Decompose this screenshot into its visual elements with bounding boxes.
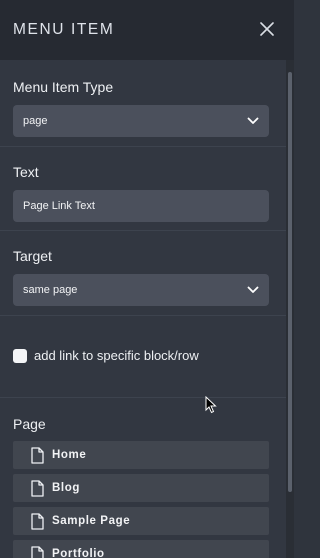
target-value: same page <box>23 284 78 296</box>
text-input-value: Page Link Text <box>23 200 95 212</box>
page-section: Page <box>0 416 286 432</box>
document-icon <box>31 479 44 497</box>
text-section: Text <box>0 164 286 180</box>
divider <box>0 397 286 398</box>
chevron-down-icon <box>247 286 259 293</box>
page-item-home[interactable]: Home <box>13 441 269 469</box>
page-label: Page <box>13 416 46 432</box>
text-input[interactable]: Page Link Text <box>13 190 269 222</box>
close-icon <box>260 22 274 36</box>
menu-item-type-label: Menu Item Type <box>13 79 114 95</box>
close-button[interactable] <box>258 20 278 40</box>
page-item-sample-page[interactable]: Sample Page <box>13 507 269 535</box>
divider <box>0 315 286 316</box>
specific-block-checkbox[interactable] <box>13 348 27 363</box>
page-item-label: Sample Page <box>52 515 131 527</box>
page-item-label: Blog <box>52 482 80 494</box>
document-icon <box>31 545 44 558</box>
menu-item-type-value: page <box>23 115 48 127</box>
page-item-label: Home <box>52 449 87 461</box>
scrollbar-thumb[interactable] <box>288 72 292 492</box>
panel-title: MENU ITEM <box>13 21 115 38</box>
specific-block-option[interactable]: add link to specific block/row <box>13 348 199 363</box>
target-label: Target <box>13 248 52 264</box>
divider <box>0 146 286 147</box>
document-icon <box>31 512 44 530</box>
menu-item-type-section: Menu Item Type <box>0 79 286 95</box>
menu-item-panel: MENU ITEM Menu Item Type page Text Page … <box>0 0 294 558</box>
mouse-cursor-icon <box>205 396 217 414</box>
page-item-label: Portfolio <box>52 548 105 558</box>
scrollbar[interactable] <box>286 60 294 558</box>
panel-header: MENU ITEM <box>0 0 294 60</box>
chevron-down-icon <box>247 117 259 124</box>
menu-item-type-select[interactable]: page <box>13 105 269 137</box>
target-section: Target <box>0 248 286 264</box>
page-item-portfolio[interactable]: Portfolio <box>13 540 269 558</box>
target-select[interactable]: same page <box>13 274 269 306</box>
divider <box>0 230 286 231</box>
document-icon <box>31 446 44 464</box>
text-label: Text <box>13 164 39 180</box>
page-item-blog[interactable]: Blog <box>13 474 269 502</box>
specific-block-label: add link to specific block/row <box>34 348 199 363</box>
